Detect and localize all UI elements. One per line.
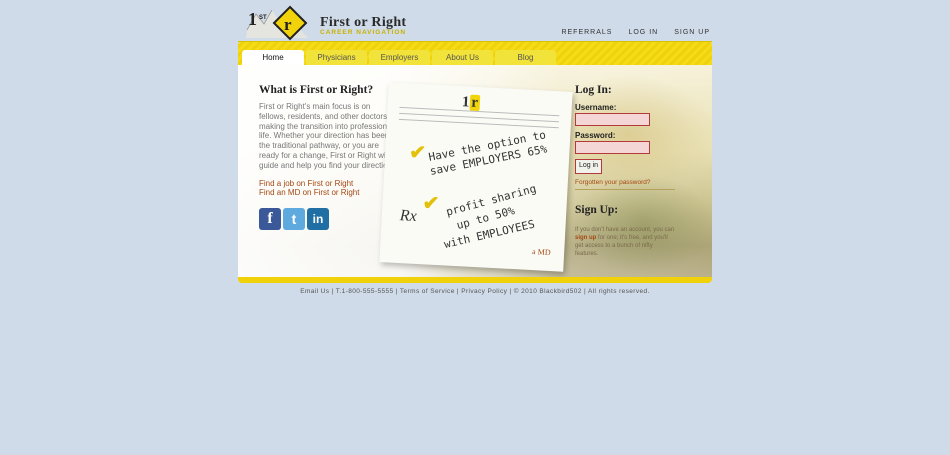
prescription-note: 1r ✔ Have the option to save EMPLOYERS 6… bbox=[379, 82, 573, 272]
signup-text: If you don't have an account, you can si… bbox=[575, 226, 677, 258]
rx-symbol: Rx bbox=[399, 207, 418, 225]
username-label: Username: bbox=[575, 103, 617, 112]
footer-band bbox=[238, 277, 712, 283]
login-heading: Log In: bbox=[575, 84, 612, 96]
tab-blog[interactable]: Blog bbox=[495, 50, 556, 66]
password-label: Password: bbox=[575, 131, 616, 140]
linkedin-icon[interactable]: in bbox=[307, 208, 329, 230]
note-signature: a MD bbox=[531, 247, 551, 258]
footer-text: Email Us | T.1-800-555-5555 | Terms of S… bbox=[300, 288, 650, 295]
tab-employers[interactable]: Employers bbox=[369, 50, 430, 66]
page-container: 1 ST r First or Right CAREER NAVIGATION … bbox=[238, 0, 712, 455]
background-haze bbox=[568, 175, 712, 275]
brand-subtitle: CAREER NAVIGATION bbox=[320, 29, 407, 36]
top-link-signup[interactable]: SIGN UP bbox=[674, 29, 710, 36]
header-band-line bbox=[238, 41, 712, 42]
facebook-icon[interactable]: f bbox=[259, 208, 281, 230]
intro-text: First or Right's main focus is on fellow… bbox=[259, 102, 395, 170]
twitter-icon[interactable]: t bbox=[283, 208, 305, 230]
checkmark-icon: ✔ bbox=[408, 141, 427, 165]
top-link-login[interactable]: LOG IN bbox=[628, 29, 658, 36]
intro-heading: What is First or Right? bbox=[259, 84, 374, 96]
main-content: What is First or Right? First or Right's… bbox=[238, 65, 712, 278]
password-input[interactable] bbox=[575, 141, 650, 154]
username-input[interactable] bbox=[575, 113, 650, 126]
logo-mark-icon: 1 ST r bbox=[246, 5, 308, 41]
forgot-password-link[interactable]: Forgotten your password? bbox=[575, 179, 651, 186]
signup-link[interactable]: sign up bbox=[575, 235, 596, 241]
signup-heading: Sign Up: bbox=[575, 204, 619, 216]
find-job-link[interactable]: Find a job on First or Right bbox=[259, 179, 353, 188]
svg-text:r: r bbox=[284, 15, 292, 34]
tab-home[interactable]: Home bbox=[242, 50, 304, 66]
tab-physicians[interactable]: Physicians bbox=[306, 50, 367, 66]
social-links: f t in bbox=[259, 208, 329, 230]
login-button[interactable]: Log in bbox=[575, 159, 602, 174]
divider bbox=[575, 189, 675, 190]
main-tabs: Home Physicians Employers About Us Blog bbox=[242, 50, 556, 66]
svg-text:1: 1 bbox=[248, 9, 257, 29]
top-link-referrals[interactable]: REFERRALS bbox=[561, 29, 612, 36]
tab-about-us[interactable]: About Us bbox=[432, 50, 493, 66]
checkmark-icon: ✔ bbox=[421, 192, 440, 216]
find-md-link[interactable]: Find an MD on First or Right bbox=[259, 188, 359, 197]
svg-text:ST: ST bbox=[259, 15, 267, 21]
top-nav: REFERRALS LOG IN SIGN UP bbox=[561, 29, 710, 36]
site-logo[interactable]: 1 ST r First or Right CAREER NAVIGATION bbox=[244, 4, 407, 44]
signup-text-before: If you don't have an account, you can bbox=[575, 227, 675, 233]
